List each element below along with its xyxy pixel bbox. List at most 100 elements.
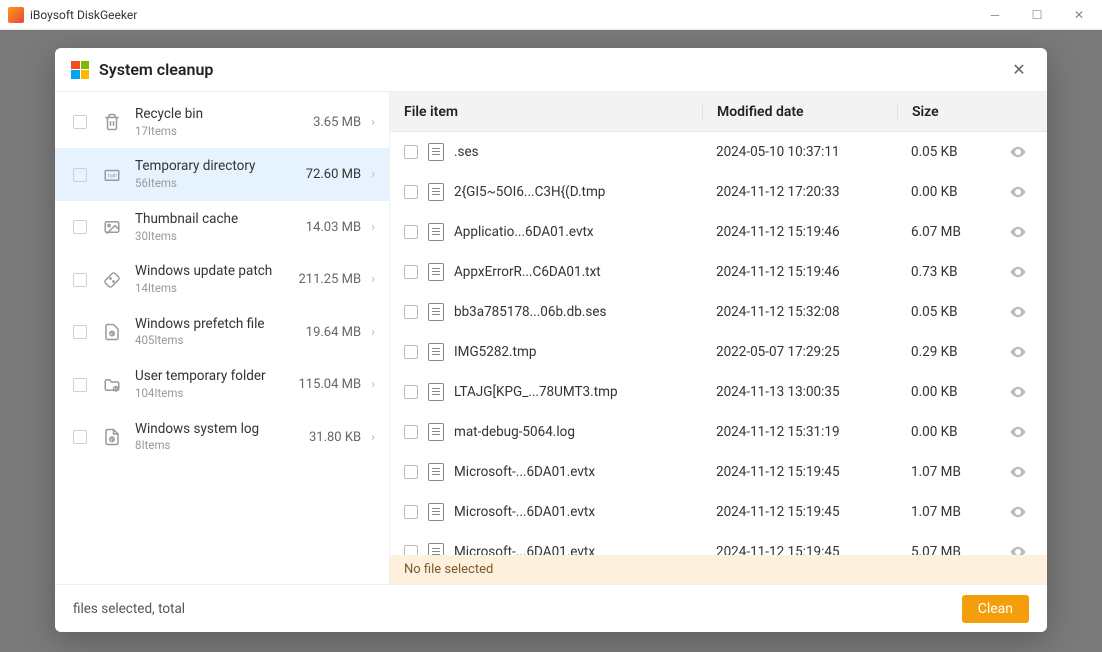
modal-footer: files selected, total Clean [55,584,1047,632]
preview-eye-icon[interactable] [1009,503,1027,521]
file-name: mat-debug-5064.log [454,424,575,440]
file-size: 0.00 KB [911,184,958,200]
preview-eye-icon[interactable] [1009,263,1027,281]
file-icon [428,183,444,201]
category-item[interactable]: User temporary folder104Items115.04 MB› [55,358,389,410]
file-name: Applicatio...6DA01.evtx [454,224,594,240]
category-count: 14Items [135,281,291,296]
svg-text:TMP: TMP [107,173,117,179]
file-panel: File item Modified date Size .ses2024-05… [390,92,1047,584]
file-checkbox[interactable] [404,305,418,319]
category-size: 211.25 MB [291,272,361,287]
file-checkbox[interactable] [404,265,418,279]
preview-eye-icon[interactable] [1009,423,1027,441]
category-count: 17Items [135,124,291,139]
category-checkbox[interactable] [73,115,87,129]
preview-eye-icon[interactable] [1009,343,1027,361]
window-close-button[interactable]: ✕ [1064,3,1094,27]
category-count: 56Items [135,176,291,191]
file-row[interactable]: bb3a785178...06b.db.ses 2024-11-12 15:32:… [390,292,1047,332]
system-cleanup-modal: System cleanup ✕ Recycle bin17Items3.65 … [55,48,1047,632]
window-maximize-button[interactable]: ☐ [1022,3,1052,27]
category-checkbox[interactable] [73,168,87,182]
file-checkbox[interactable] [404,345,418,359]
preview-eye-icon[interactable] [1009,543,1027,555]
file-size: 0.73 KB [911,264,958,280]
file-name: IMG5282.tmp [454,344,536,360]
file-date: 2024-11-12 15:19:46 [702,264,897,280]
category-checkbox[interactable] [73,378,87,392]
category-checkbox[interactable] [73,273,87,287]
file-checkbox[interactable] [404,465,418,479]
file-size: 0.05 KB [911,144,958,160]
windows-logo-icon [71,61,89,79]
category-size: 115.04 MB [291,377,361,392]
prefetch-icon [101,321,123,343]
file-date: 2024-11-12 15:19:45 [702,544,897,555]
column-header-file[interactable]: File item [390,104,702,120]
file-table-header: File item Modified date Size [390,92,1047,132]
preview-eye-icon[interactable] [1009,463,1027,481]
file-row[interactable]: Microsoft-...6DA01.evtx2024-11-12 15:19:… [390,452,1047,492]
file-checkbox[interactable] [404,225,418,239]
preview-eye-icon[interactable] [1009,183,1027,201]
file-checkbox[interactable] [404,185,418,199]
file-row[interactable]: Applicatio...6DA01.evtx2024-11-12 15:19:… [390,212,1047,252]
modal-title: System cleanup [99,60,213,79]
preview-eye-icon[interactable] [1009,143,1027,161]
clean-button[interactable]: Clean [962,595,1029,623]
file-name: Microsoft-...6DA01.evtx [454,504,595,520]
preview-eye-icon[interactable] [1009,303,1027,321]
file-row[interactable]: 2{GI5~5OI6...C3H{(D.tmp2024-11-12 17:20:… [390,172,1047,212]
file-size: 1.07 MB [911,464,961,480]
file-date: 2024-11-12 15:32:08 [702,304,897,320]
patch-icon [101,269,123,291]
category-item[interactable]: Recycle bin17Items3.65 MB› [55,96,389,148]
file-size: 0.29 KB [911,344,958,360]
category-checkbox[interactable] [73,325,87,339]
file-checkbox[interactable] [404,385,418,399]
file-name: Microsoft-...6DA01.evtx [454,464,595,480]
category-name: Temporary directory [135,158,291,176]
file-checkbox[interactable] [404,425,418,439]
category-count: 8Items [135,438,291,453]
file-checkbox[interactable] [404,145,418,159]
category-checkbox[interactable] [73,430,87,444]
category-size: 72.60 MB [291,167,361,182]
file-row[interactable]: .ses2024-05-10 10:37:110.05 KB [390,132,1047,172]
preview-eye-icon[interactable] [1009,223,1027,241]
category-item[interactable]: Windows update patch14Items211.25 MB› [55,253,389,305]
category-item[interactable]: Windows system log8Items31.80 KB› [55,411,389,463]
category-name: Recycle bin [135,106,291,124]
file-icon [428,503,444,521]
file-row[interactable]: AppxErrorR...C6DA01.txt2024-11-12 15:19:… [390,252,1047,292]
column-header-date[interactable]: Modified date [702,104,897,120]
category-size: 19.64 MB [291,325,361,340]
file-date: 2024-11-12 15:19:45 [702,504,897,520]
file-checkbox[interactable] [404,545,418,555]
file-row[interactable]: mat-debug-5064.log 2024-11-12 15:31:19 0.0… [390,412,1047,452]
category-count: 104Items [135,386,291,401]
file-row[interactable]: IMG5282.tmp2022-05-07 17:29:250.29 KB [390,332,1047,372]
file-list: .ses2024-05-10 10:37:110.05 KB2{GI5~5OI6… [390,132,1047,555]
preview-eye-icon[interactable] [1009,383,1027,401]
file-row[interactable]: Microsoft-...6DA01.evtx2024-11-12 15:19:… [390,532,1047,555]
category-item[interactable]: Windows prefetch file405Items19.64 MB› [55,306,389,358]
file-size: 0.00 KB [911,424,958,440]
file-date: 2024-11-12 15:31:19 [702,424,897,440]
file-date: 2024-11-12 17:20:33 [702,184,897,200]
file-checkbox[interactable] [404,505,418,519]
file-row[interactable]: LTAJG[KPG_...78UMT3.tmp2024-11-13 13:00:… [390,372,1047,412]
window-minimize-button[interactable]: ─ [980,3,1010,27]
category-item[interactable]: TMPTemporary directory56Items72.60 MB› [55,148,389,200]
category-checkbox[interactable] [73,220,87,234]
file-icon [428,543,444,555]
tmp-icon: TMP [101,164,123,186]
modal-close-button[interactable]: ✕ [1007,58,1031,82]
app-title: iBoysoft DiskGeeker [30,8,137,22]
file-row[interactable]: Microsoft-...6DA01.evtx 2024-11-12 15:19:… [390,492,1047,532]
column-header-size[interactable]: Size [897,104,1047,120]
category-name: Windows prefetch file [135,316,291,334]
file-name: bb3a785178...06b.db.ses [454,304,606,320]
category-item[interactable]: Thumbnail cache30Items14.03 MB› [55,201,389,253]
